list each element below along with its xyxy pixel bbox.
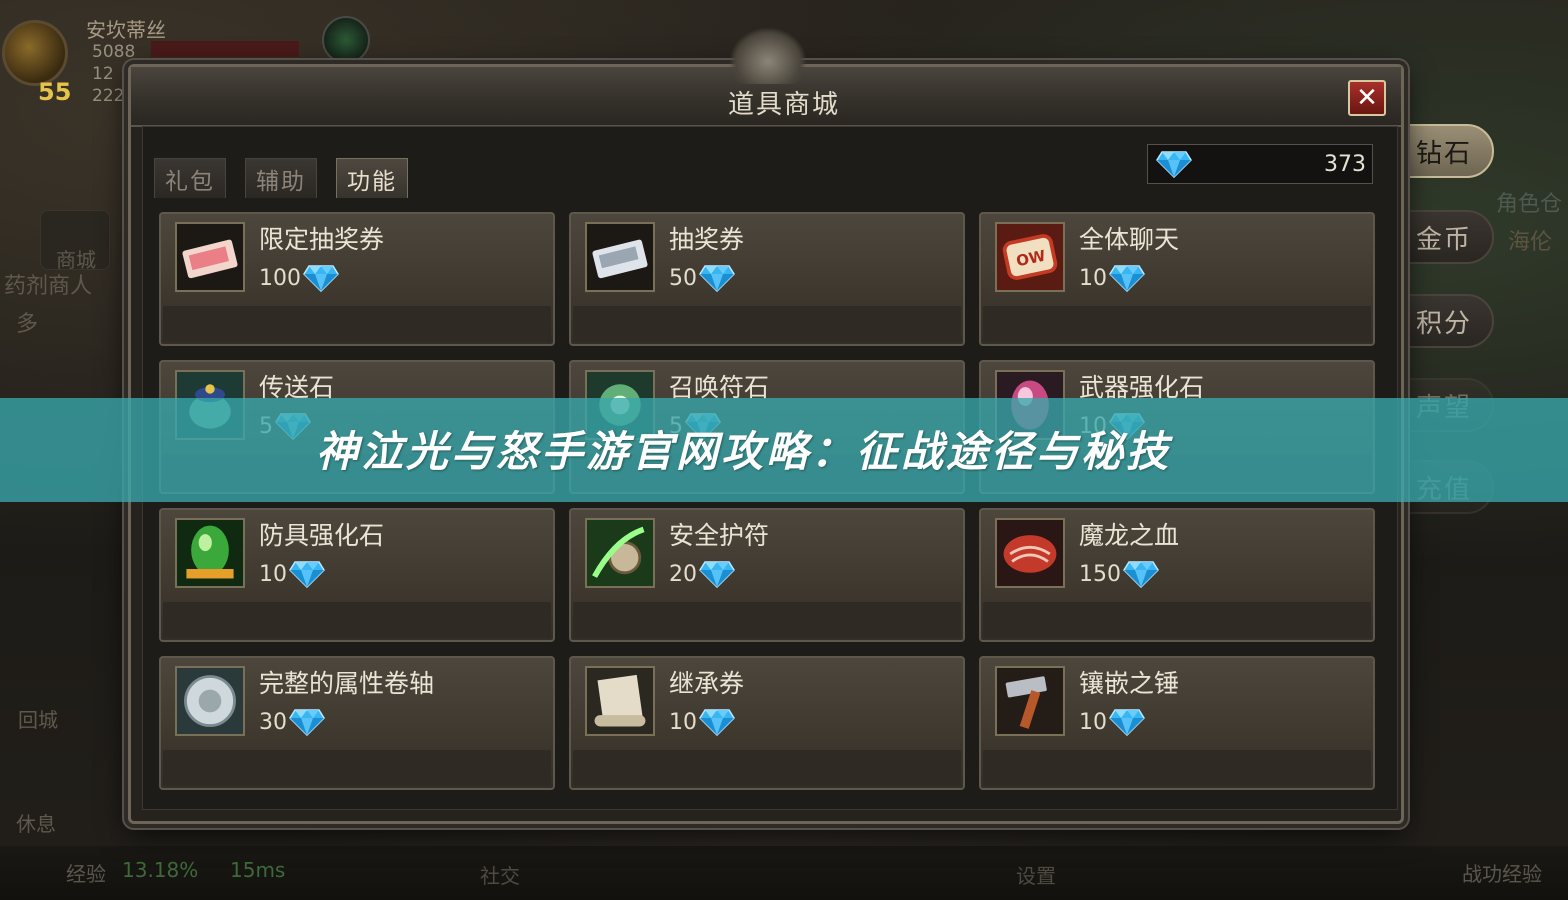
currency-tab-gold[interactable]: 金币 (1404, 210, 1494, 264)
dragon-blood-icon (995, 518, 1065, 588)
item-price: 10 (1079, 708, 1145, 736)
shop-item-card[interactable]: 继承券 10 (569, 656, 965, 790)
shop-item-card[interactable]: OW 全体聊天 10 (979, 212, 1375, 346)
item-price-value: 10 (1079, 709, 1107, 735)
shop-item-card[interactable]: 完整的属性卷轴 30 (159, 656, 555, 790)
inlay-hammer-icon (995, 666, 1065, 736)
item-name: 限定抽奖券 (259, 225, 385, 254)
item-price: 100 (259, 264, 339, 292)
limited-lottery-ticket-icon (175, 222, 245, 292)
shop-item-card[interactable]: 魔龙之血 150 (979, 508, 1375, 642)
diamond-amount: 373 (1324, 151, 1366, 177)
battle-exp-label: 战功经验 (1462, 862, 1542, 886)
player-avatar[interactable] (2, 20, 68, 86)
item-name: 魔龙之血 (1079, 521, 1180, 550)
shop-item-card[interactable]: 安全护符 20 (569, 508, 965, 642)
potion-merchant-label[interactable]: 药剂商人 (4, 268, 92, 300)
skull-crest-icon (730, 28, 806, 84)
armor-enhance-stone-icon (175, 518, 245, 588)
social-button[interactable]: 社交 (480, 860, 520, 889)
shop-item-card[interactable]: 抽奖券 50 (569, 212, 965, 346)
item-price: 10 (1079, 264, 1145, 292)
player-name: 安坎蒂丝 (86, 18, 166, 42)
tab-auxiliary[interactable]: 辅助 (245, 158, 317, 198)
faded-name-label: 海伦 (1508, 230, 1553, 255)
diamond-icon (699, 709, 735, 736)
diamond-icon (699, 265, 735, 292)
inherit-ticket-icon (585, 666, 655, 736)
item-name: 全体聊天 (1079, 225, 1180, 254)
diamond-balance: 373 (1147, 144, 1373, 184)
item-price-value: 10 (1079, 265, 1107, 291)
diamond-icon (1109, 265, 1145, 292)
rest-button[interactable]: 休息 (16, 808, 56, 837)
minimap-compass-icon[interactable] (322, 16, 370, 64)
exp-label: 经验 (66, 862, 106, 886)
ping-value: 15ms (230, 858, 286, 882)
return-city-button[interactable]: 回城 (18, 704, 58, 733)
item-name: 安全护符 (669, 521, 770, 550)
shop-title: 道具商城 (727, 90, 840, 120)
safety-amulet-icon (585, 518, 655, 588)
diamond-icon (1156, 151, 1192, 178)
item-name: 继承券 (669, 669, 745, 698)
item-name: 镶嵌之锤 (1079, 669, 1180, 698)
settings-button[interactable]: 设置 (1016, 860, 1056, 889)
item-name: 防具强化石 (259, 521, 385, 550)
diamond-icon (289, 561, 325, 588)
item-price: 20 (669, 560, 735, 588)
item-price: 50 (669, 264, 735, 292)
diamond-icon (289, 709, 325, 736)
exp-value: 13.18% (122, 858, 199, 882)
item-price: 10 (669, 708, 735, 736)
shop-item-card[interactable]: 限定抽奖券 100 (159, 212, 555, 346)
diamond-icon (1109, 709, 1145, 736)
diamond-icon (1123, 561, 1159, 588)
item-price-value: 100 (259, 265, 301, 291)
world-chat-icon: OW (995, 222, 1065, 292)
item-price-value: 20 (669, 561, 697, 587)
item-price: 10 (259, 560, 325, 588)
attribute-scroll-icon (175, 666, 245, 736)
item-name: 抽奖券 (669, 225, 745, 254)
more-label[interactable]: 多 (16, 306, 38, 338)
item-price: 30 (259, 708, 325, 736)
tab-gift-pack[interactable]: 礼包 (154, 158, 226, 198)
diamond-icon (699, 561, 735, 588)
shop-item-card[interactable]: 镶嵌之锤 10 (979, 656, 1375, 790)
currency-tab-points[interactable]: 积分 (1404, 294, 1494, 348)
item-price-value: 10 (669, 709, 697, 735)
player-stat-mp: 12 (92, 64, 114, 84)
player-stat-hp: 5088 (92, 42, 136, 62)
item-name: 完整的属性卷轴 (259, 669, 435, 698)
close-button[interactable]: ✕ (1348, 80, 1386, 116)
item-price-value: 50 (669, 265, 697, 291)
tab-function[interactable]: 功能 (336, 158, 408, 198)
lottery-ticket-icon (585, 222, 655, 292)
currency-tab-diamond[interactable]: 钻石 (1404, 124, 1494, 178)
item-price-value: 150 (1079, 561, 1121, 587)
shop-item-card[interactable]: 防具强化石 10 (159, 508, 555, 642)
health-bar (150, 40, 300, 58)
faded-role-label: 角色仓 (1496, 192, 1563, 217)
item-price-value: 10 (259, 561, 287, 587)
item-price-value: 30 (259, 709, 287, 735)
item-price: 150 (1079, 560, 1159, 588)
banner-title: 神泣光与怒手游官网攻略：征战途径与秘技 (316, 427, 1172, 476)
diamond-icon (303, 265, 339, 292)
